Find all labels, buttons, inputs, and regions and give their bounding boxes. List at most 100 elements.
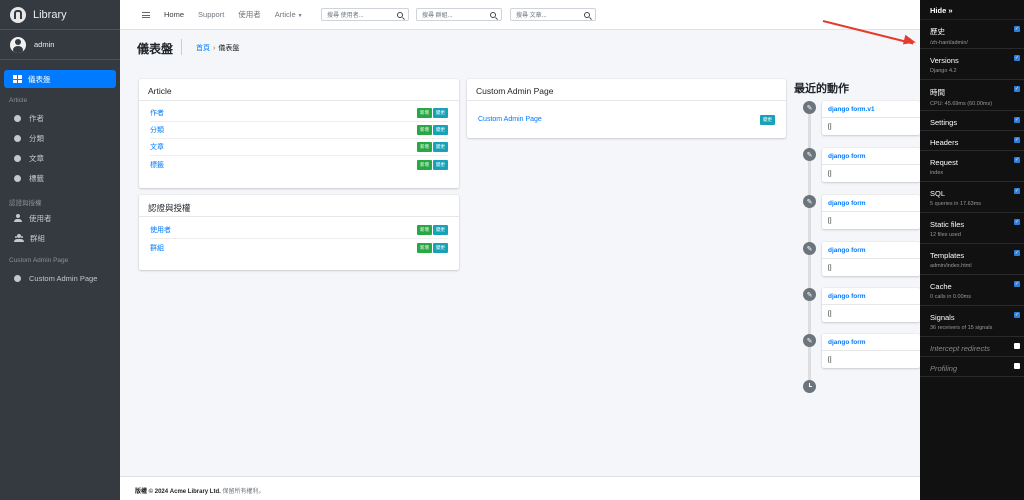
- sidebar-item-articles[interactable]: 文章: [4, 148, 116, 168]
- timeline-object-link[interactable]: django form.v1: [822, 101, 920, 118]
- checkbox-icon[interactable]: ✓: [1014, 219, 1020, 225]
- checkbox-icon[interactable]: ✓: [1014, 157, 1020, 163]
- edit-icon: ✎: [803, 242, 816, 255]
- debug-panel-versions[interactable]: Versions Django 4.2 ✓: [920, 49, 1024, 80]
- dashboard-grid-icon: [13, 75, 22, 83]
- nav-home-link[interactable]: Home: [164, 10, 184, 19]
- timeline-detail: []: [828, 123, 832, 130]
- debug-panel-static-files[interactable]: Static files 12 files used ✓: [920, 213, 1024, 244]
- debug-panel-request[interactable]: Request index ✓: [920, 151, 1024, 182]
- timeline-object-link[interactable]: django form: [822, 334, 920, 351]
- sidebar-item-dashboard[interactable]: 儀表盤: [4, 70, 116, 88]
- checkbox-icon[interactable]: ✓: [1014, 312, 1020, 318]
- checkbox-icon[interactable]: [1014, 363, 1020, 369]
- top-navbar: Home Support 使用者 Article ▼ 搜尋 使用者... 搜尋 群…: [120, 0, 920, 30]
- debug-panel-templates[interactable]: Templates admin/index.html ✓: [920, 244, 1024, 275]
- model-link[interactable]: 文章: [150, 142, 164, 152]
- add-button[interactable]: 新增: [417, 242, 432, 253]
- change-button[interactable]: 變更: [433, 225, 448, 235]
- user-panel[interactable]: admin: [0, 30, 120, 60]
- debug-panel-intercept-redirects[interactable]: Intercept redirects: [920, 337, 1024, 357]
- sidebar: Library admin 儀表盤 Article 作者 分類 文章 標籤 認證…: [0, 0, 120, 500]
- change-button[interactable]: 變更: [433, 242, 448, 253]
- nav-article-label: Article: [274, 10, 296, 19]
- checkbox-icon[interactable]: ✓: [1014, 137, 1020, 143]
- timeline-object-link[interactable]: django form: [822, 288, 920, 305]
- timeline-item: django form []: [822, 148, 920, 182]
- change-button[interactable]: 變更: [433, 159, 448, 170]
- search-icon[interactable]: [490, 11, 496, 18]
- checkbox-icon[interactable]: ✓: [1014, 281, 1020, 287]
- card-title: Article: [139, 79, 459, 101]
- model-link[interactable]: Custom Admin Page: [478, 116, 542, 123]
- debug-panel-cache[interactable]: Cache 0 calls in 0.00ms ✓: [920, 275, 1024, 306]
- card-title: 認證與授權: [139, 195, 459, 217]
- article-app-card: Article 作者 新增 變更 分類 新增 變更 文章 新增 變更 標籤 新增 變更: [139, 79, 459, 188]
- change-button[interactable]: 變更: [433, 108, 448, 118]
- table-row: 群組 新增 變更: [150, 239, 448, 256]
- timeline-item: django form []: [822, 334, 920, 368]
- sidebar-item-categories[interactable]: 分類: [4, 128, 116, 148]
- custom-admin-card: Custom Admin Page Custom Admin Page 變更: [467, 79, 786, 138]
- nav-article-dropdown[interactable]: Article ▼: [275, 10, 303, 19]
- search-articles-input[interactable]: 搜尋 文章...: [510, 8, 596, 21]
- model-link[interactable]: 標籤: [150, 160, 164, 170]
- timeline-object-link[interactable]: django form: [822, 242, 920, 259]
- debug-panel-sql[interactable]: SQL 5 queries in 17.63ms ✓: [920, 182, 1024, 213]
- add-button[interactable]: 新增: [417, 125, 432, 135]
- change-button[interactable]: 變更: [433, 125, 448, 135]
- checkbox-icon[interactable]: [1014, 343, 1020, 349]
- checkbox-icon[interactable]: ✓: [1014, 117, 1020, 123]
- edit-icon: ✎: [803, 148, 816, 161]
- recent-actions-title: 最近的動作: [794, 83, 849, 95]
- page-title: 儀表盤: [137, 42, 174, 56]
- debug-panel-headers[interactable]: Headers ✓: [920, 131, 1024, 151]
- search-users-input[interactable]: 搜尋 使用者...: [321, 8, 409, 21]
- timeline-detail: []: [828, 264, 832, 271]
- debug-panel-subtitle: 5 queries in 17.63ms: [930, 201, 982, 207]
- add-button[interactable]: 新增: [417, 159, 432, 170]
- sidebar-item-groups[interactable]: 群組: [4, 228, 116, 248]
- debug-panel-name: 時間: [930, 88, 945, 97]
- add-button[interactable]: 新增: [417, 225, 432, 235]
- search-icon[interactable]: [584, 11, 590, 18]
- debug-panel-settings[interactable]: Settings ✓: [920, 111, 1024, 131]
- model-link[interactable]: 使用者: [150, 225, 171, 235]
- sidebar-item-tags[interactable]: 標籤: [4, 168, 116, 188]
- debug-panel-signals[interactable]: Signals 36 receivers of 15 signals ✓: [920, 306, 1024, 337]
- menu-icon[interactable]: [142, 11, 150, 18]
- sidebar-item-label: 儀表盤: [28, 74, 51, 84]
- debug-toolbar-hide-button[interactable]: Hide »: [920, 0, 1024, 20]
- sidebar-item-custom-admin-page[interactable]: Custom Admin Page: [4, 268, 116, 288]
- model-link[interactable]: 作者: [150, 108, 164, 118]
- debug-panel-time[interactable]: 時間 CPU: 45.69ms (60.00ms) ✓: [920, 80, 1024, 111]
- timeline-object-link[interactable]: django form: [822, 195, 920, 212]
- model-link[interactable]: 分類: [150, 125, 164, 135]
- nav-support-link[interactable]: Support: [198, 10, 224, 19]
- change-button[interactable]: 變更: [760, 114, 775, 125]
- timeline-detail: []: [828, 310, 832, 317]
- checkbox-icon[interactable]: ✓: [1014, 86, 1020, 92]
- sidebar-item-label: 標籤: [29, 173, 44, 183]
- circle-icon: [14, 154, 21, 162]
- checkbox-icon[interactable]: ✓: [1014, 188, 1020, 194]
- checkbox-icon[interactable]: ✓: [1014, 26, 1020, 32]
- debug-panel-history[interactable]: 歷史 /zh-hant/admin/ ✓: [920, 20, 1024, 49]
- add-button[interactable]: 新增: [417, 108, 432, 118]
- search-groups-input[interactable]: 搜尋 群組...: [416, 8, 502, 21]
- debug-panel-profiling[interactable]: Profiling: [920, 357, 1024, 377]
- brand[interactable]: Library: [0, 0, 120, 30]
- sidebar-item-users[interactable]: 使用者: [4, 208, 116, 228]
- user-name: admin: [34, 40, 55, 49]
- add-button[interactable]: 新增: [417, 142, 432, 152]
- nav-users-link[interactable]: 使用者: [238, 9, 261, 20]
- search-icon[interactable]: [397, 11, 403, 18]
- sidebar-item-label: 使用者: [29, 213, 52, 223]
- checkbox-icon[interactable]: ✓: [1014, 55, 1020, 61]
- timeline-object-link[interactable]: django form: [822, 148, 920, 165]
- change-button[interactable]: 變更: [433, 142, 448, 152]
- breadcrumb-home-link[interactable]: 首頁: [196, 45, 210, 52]
- checkbox-icon[interactable]: ✓: [1014, 250, 1020, 256]
- sidebar-item-authors[interactable]: 作者: [4, 108, 116, 128]
- model-link[interactable]: 群組: [150, 243, 164, 253]
